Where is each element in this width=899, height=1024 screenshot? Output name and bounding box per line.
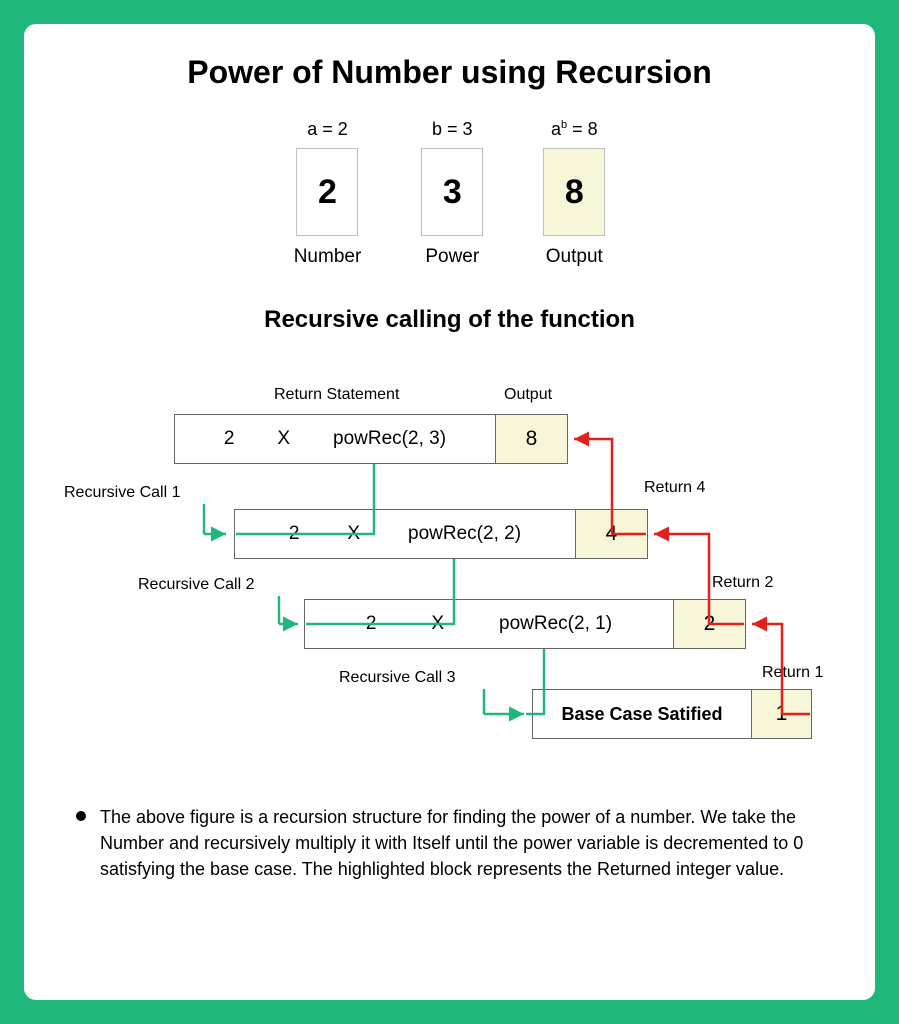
a-label: a = 2 xyxy=(307,119,348,140)
out-box: 8 xyxy=(543,148,605,236)
out-label: ab = 8 xyxy=(551,119,598,140)
diagram-card: Power of Number using Recursion a = 2 2 … xyxy=(24,24,875,1000)
header-output: Output xyxy=(504,386,552,404)
b-caption: Power xyxy=(425,246,479,268)
call-out-1: 8 xyxy=(495,415,567,463)
description-text: The above figure is a recursion structur… xyxy=(100,804,823,882)
page-title: Power of Number using Recursion xyxy=(64,54,835,91)
output-block: ab = 8 8 Output xyxy=(543,119,605,268)
b-box: 3 xyxy=(421,148,483,236)
call-expr-2: 2XpowRec(2, 2) xyxy=(235,510,575,558)
out-caption: Output xyxy=(546,246,603,268)
b-label: b = 3 xyxy=(432,119,473,140)
label-return-2: Return 2 xyxy=(712,574,773,592)
call-out-2: 4 xyxy=(575,510,647,558)
power-block: b = 3 3 Power xyxy=(421,119,483,268)
base-case-text: Base Case Satified xyxy=(533,690,751,738)
label-rec-call-3: Recursive Call 3 xyxy=(339,669,455,687)
call-out-3: 2 xyxy=(673,600,745,648)
inputs-row: a = 2 2 Number b = 3 3 Power ab = 8 8 Ou… xyxy=(64,119,835,268)
call-out-4: 1 xyxy=(751,690,811,738)
header-return: Return Statement xyxy=(274,386,399,404)
description-row: The above figure is a recursion structur… xyxy=(64,804,835,882)
call-row-2: 2XpowRec(2, 2) 4 xyxy=(234,509,648,559)
label-return-1: Return 1 xyxy=(762,664,823,682)
call-row-4: Base Case Satified 1 xyxy=(532,689,812,739)
call-row-3: 2XpowRec(2, 1) 2 xyxy=(304,599,746,649)
call-expr-3: 2XpowRec(2, 1) xyxy=(305,600,673,648)
flow-diagram: Return Statement Output 2XpowRec(2, 3) 8… xyxy=(64,384,835,764)
call-expr-1: 2XpowRec(2, 3) xyxy=(175,415,495,463)
a-caption: Number xyxy=(294,246,362,268)
a-box: 2 xyxy=(296,148,358,236)
number-block: a = 2 2 Number xyxy=(294,119,362,268)
bullet-icon xyxy=(76,811,86,821)
call-row-1: 2XpowRec(2, 3) 8 xyxy=(174,414,568,464)
subtitle: Recursive calling of the function xyxy=(64,306,835,334)
label-rec-call-1: Recursive Call 1 xyxy=(64,484,180,502)
label-rec-call-2: Recursive Call 2 xyxy=(138,576,254,594)
label-return-4: Return 4 xyxy=(644,479,705,497)
